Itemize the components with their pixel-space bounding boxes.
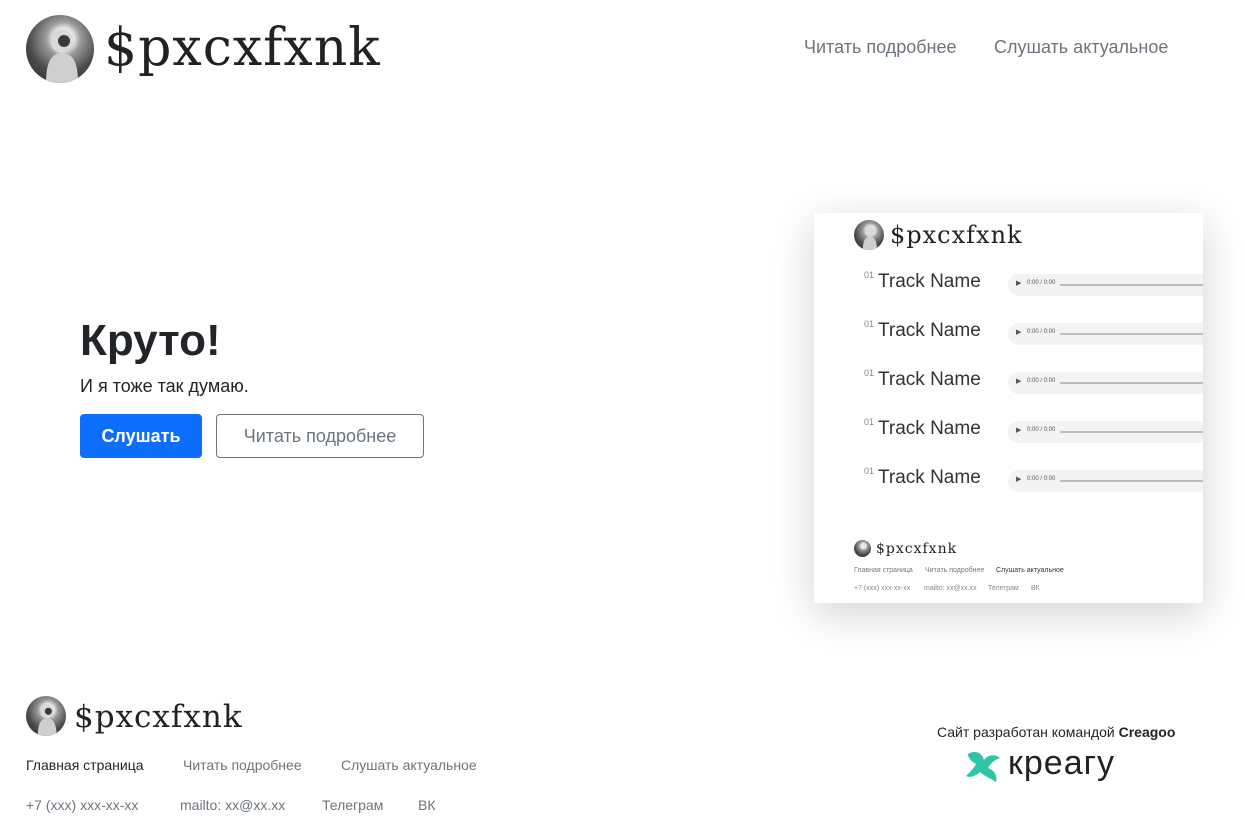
audio-player[interactable]: ▶ 0:00 / 0:00: [1008, 323, 1203, 345]
track-name: Track Name: [878, 271, 981, 292]
footer-vk-link[interactable]: ВК: [418, 797, 436, 813]
player-time: 0:00 / 0:00: [1027, 476, 1056, 482]
play-icon[interactable]: ▶: [1016, 279, 1021, 287]
track-name: Track Name: [878, 320, 981, 341]
play-icon[interactable]: ▶: [1016, 475, 1021, 483]
listen-button[interactable]: Слушать: [80, 414, 202, 458]
creagoo-logo-text[interactable]: креагу: [1008, 744, 1115, 783]
audio-player[interactable]: ▶ 0:00 / 0:00: [1008, 421, 1203, 443]
footer-telegram-link[interactable]: Телеграм: [322, 797, 383, 813]
audio-player[interactable]: ▶ 0:00 / 0:00: [1008, 274, 1203, 296]
brand-avatar[interactable]: [26, 15, 94, 83]
footer-phone-link[interactable]: +7 (xxx) xxx-xx-xx: [26, 797, 138, 813]
preview-footer-telegram: Телеграм: [988, 585, 1019, 592]
credit-prefix: Сайт разработан командой: [937, 724, 1115, 740]
track-item: 01 Track Name ▶ 0:00 / 0:00: [864, 368, 1203, 398]
preview-footer-brand: $pxcxfxnk: [876, 541, 958, 557]
footer-link-home[interactable]: Главная страница: [26, 757, 144, 773]
play-icon[interactable]: ▶: [1016, 328, 1021, 336]
developer-credit: Сайт разработан командой Creagoo: [937, 724, 1175, 740]
footer-brand-logo[interactable]: $pxcxfxnk: [74, 696, 243, 738]
track-item: 01 Track Name ▶ 0:00 / 0:00: [864, 270, 1203, 300]
site-preview-card: $pxcxfxnk 01 Track Name ▶ 0:00 / 0:00 01…: [814, 213, 1203, 603]
track-number: 01: [864, 319, 875, 329]
preview-footer-vk: ВК: [1031, 585, 1040, 592]
preview-footer-phone: +7 (xxx) xxx-xx-xx: [854, 585, 911, 592]
preview-brand-avatar: [854, 220, 884, 250]
hero-subtitle: И я тоже так думаю.: [80, 376, 249, 396]
track-name: Track Name: [878, 418, 981, 439]
progress-bar[interactable]: [1060, 333, 1203, 335]
preview-brand-logo: $pxcxfxnk: [890, 221, 1023, 249]
player-time: 0:00 / 0:00: [1027, 280, 1056, 286]
credit-team: Creagoo: [1118, 724, 1176, 740]
footer-email-link[interactable]: mailto: xx@xx.xx: [180, 797, 285, 813]
preview-footer-avatar: [854, 540, 871, 557]
creagoo-logo-icon[interactable]: [964, 748, 1004, 784]
play-icon[interactable]: ▶: [1016, 377, 1021, 385]
player-time: 0:00 / 0:00: [1027, 378, 1056, 384]
track-number: 01: [864, 466, 875, 476]
progress-bar[interactable]: [1060, 284, 1203, 286]
brand-logo[interactable]: $pxcxfxnk: [104, 18, 381, 78]
play-icon[interactable]: ▶: [1016, 426, 1021, 434]
player-time: 0:00 / 0:00: [1027, 329, 1056, 335]
footer-brand-avatar[interactable]: [26, 696, 66, 736]
astronaut-icon: [37, 704, 57, 736]
footer-link-listen-current[interactable]: Слушать актуальное: [341, 757, 477, 773]
progress-bar[interactable]: [1060, 480, 1203, 482]
track-item: 01 Track Name ▶ 0:00 / 0:00: [864, 466, 1203, 496]
track-item: 01 Track Name ▶ 0:00 / 0:00: [864, 319, 1203, 349]
track-name: Track Name: [878, 369, 981, 390]
audio-player[interactable]: ▶ 0:00 / 0:00: [1008, 470, 1203, 492]
astronaut-icon: [862, 226, 877, 250]
progress-bar[interactable]: [1060, 431, 1203, 433]
preview-footer-link-home: Главная страница: [854, 567, 913, 574]
track-number: 01: [864, 270, 875, 280]
track-name: Track Name: [878, 467, 981, 488]
preview-footer-link-listen: Слушать актуальное: [996, 567, 1064, 574]
track-number: 01: [864, 417, 875, 427]
track-item: 01 Track Name ▶ 0:00 / 0:00: [864, 417, 1203, 447]
footer-link-read-more[interactable]: Читать подробнее: [183, 757, 302, 773]
track-number: 01: [864, 368, 875, 378]
read-more-button[interactable]: Читать подробнее: [216, 414, 424, 458]
player-time: 0:00 / 0:00: [1027, 427, 1056, 433]
audio-player[interactable]: ▶ 0:00 / 0:00: [1008, 372, 1203, 394]
astronaut-icon: [46, 29, 78, 83]
nav-read-more[interactable]: Читать подробнее: [804, 37, 957, 58]
progress-bar[interactable]: [1060, 382, 1203, 384]
preview-footer-link-read: Читать подробнее: [925, 567, 985, 574]
nav-listen-current[interactable]: Слушать актуальное: [994, 37, 1168, 58]
hero-title: Круто!: [80, 316, 221, 365]
preview-footer-email: mailto: xx@xx.xx: [924, 585, 977, 592]
